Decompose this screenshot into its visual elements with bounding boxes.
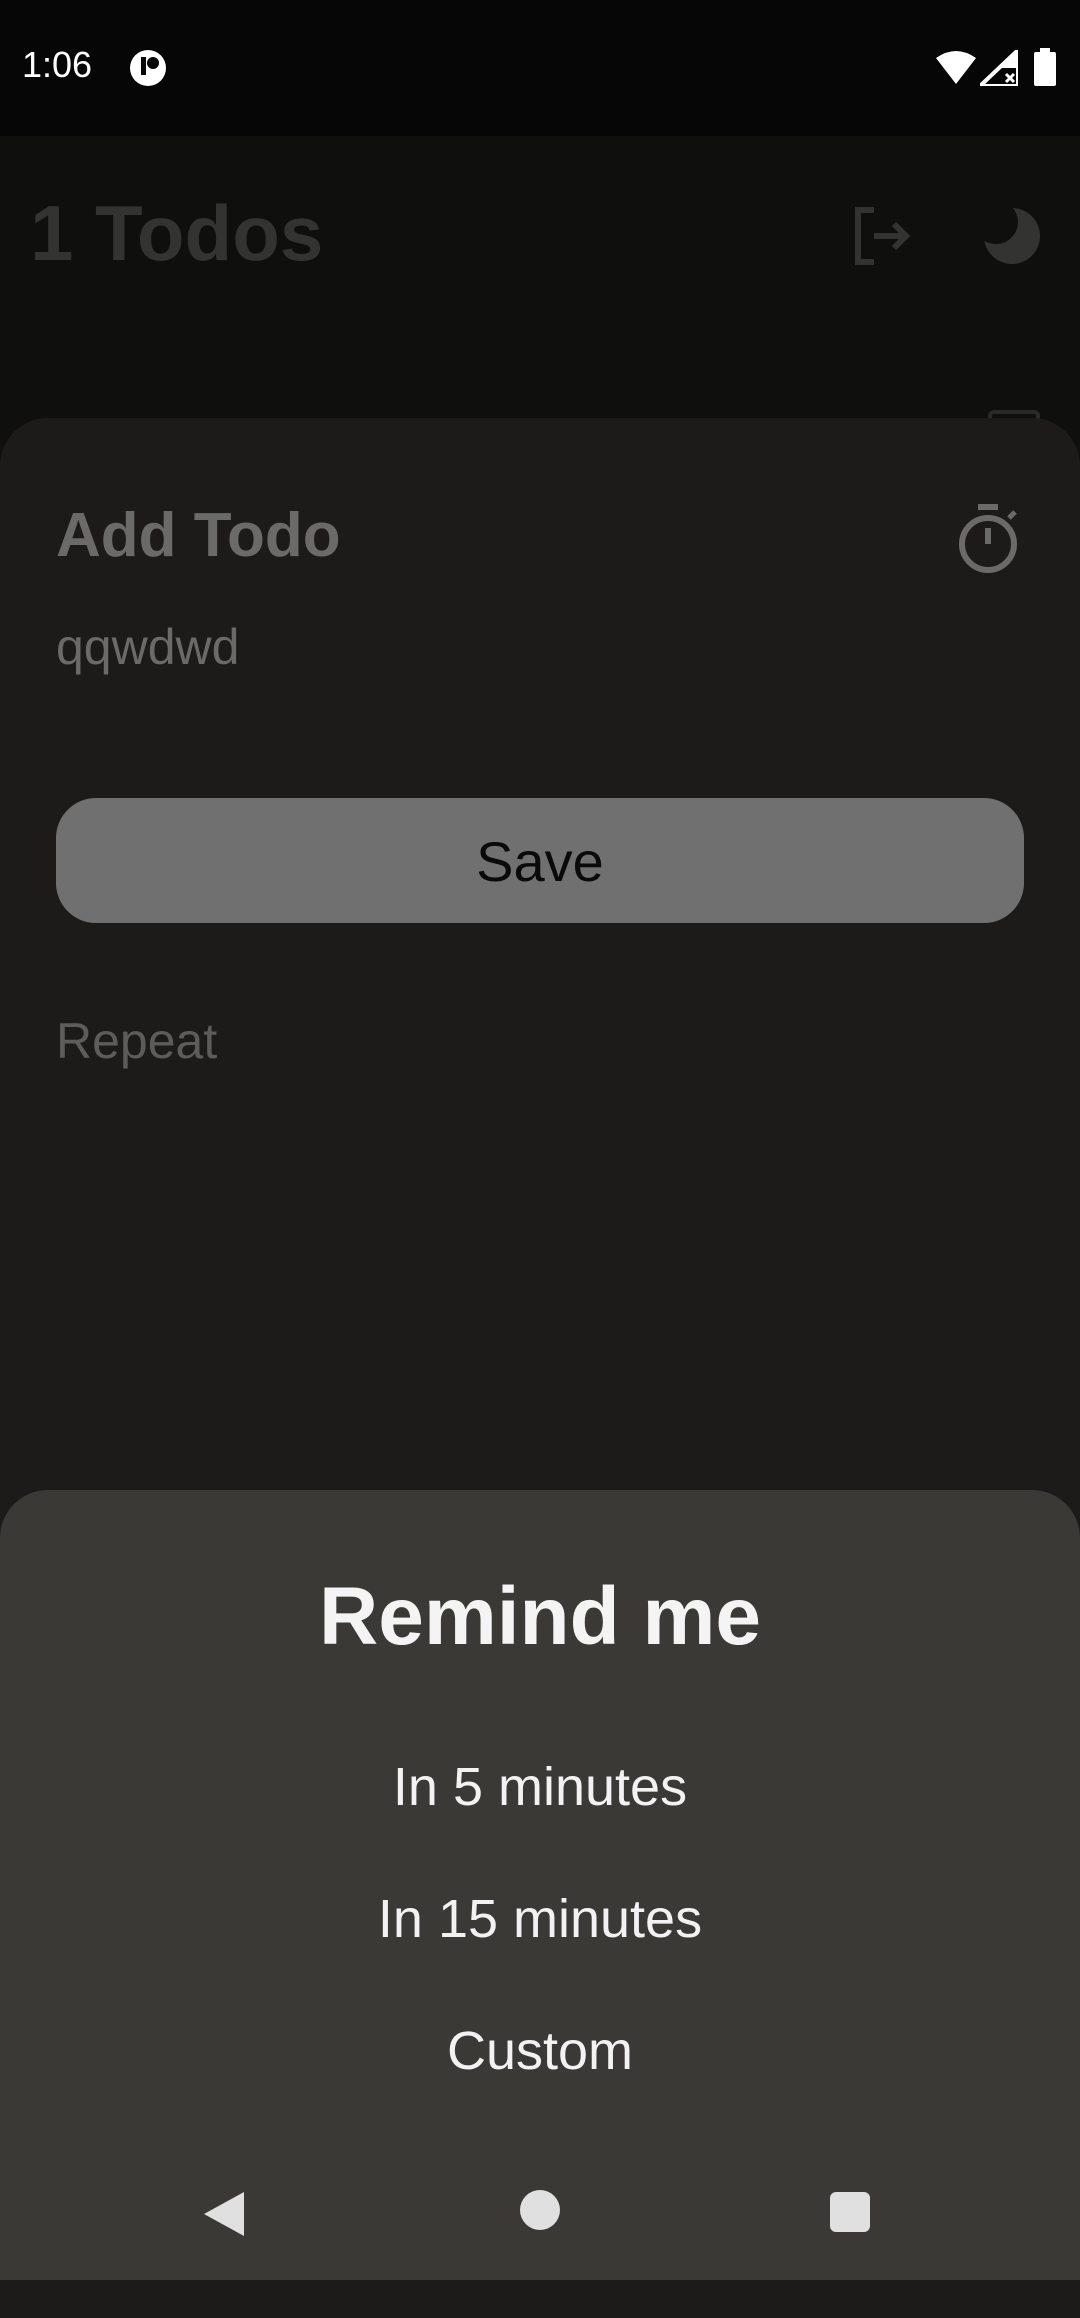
logout-icon[interactable] (852, 206, 912, 266)
save-button[interactable]: Save (56, 798, 1024, 923)
timer-icon[interactable] (955, 502, 1021, 574)
dark-mode-icon[interactable] (982, 206, 1042, 266)
app-notification-icon (130, 50, 166, 86)
signal-icon (980, 50, 1018, 86)
page-title: 1 Todos (30, 189, 324, 277)
recents-icon[interactable] (830, 2192, 870, 2232)
repeat-label[interactable]: Repeat (56, 1012, 217, 1070)
remind-option-15-minutes[interactable]: In 15 minutes (240, 1888, 840, 1950)
sheet-title: Add Todo (56, 501, 341, 570)
home-icon[interactable] (520, 2190, 560, 2230)
back-icon[interactable] (200, 2190, 248, 2238)
remind-option-5-minutes[interactable]: In 5 minutes (240, 1756, 840, 1818)
modal-title: Remind me (319, 1571, 761, 1662)
status-time: 1:06 (22, 44, 93, 85)
remind-option-custom[interactable]: Custom (240, 2020, 840, 2082)
todo-input[interactable]: qqwdwd (56, 618, 239, 676)
battery-icon (1034, 48, 1056, 86)
wifi-icon (936, 51, 976, 84)
